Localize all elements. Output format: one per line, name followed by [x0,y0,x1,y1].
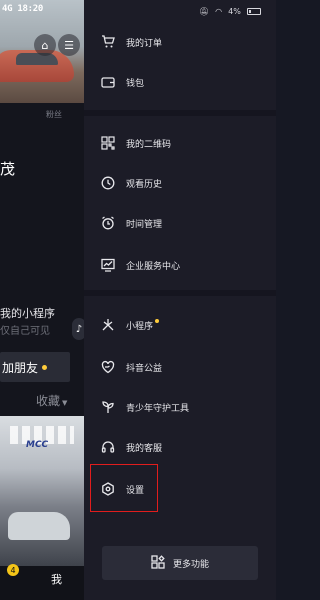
settings-hex-icon [100,481,116,497]
background-profile-page: ⌂ ☰ 4G 18:20 粉丝 茂 我的小程序 仅自己可见 ♪ 加朋友 收藏 ▼ … [0,0,84,600]
menu-item-douyin-charity[interactable]: 抖音公益 [100,355,162,379]
mute-icon: 🔕︎ [199,6,210,16]
battery-percent: 4% [228,6,241,16]
section-divider [84,290,276,296]
menu-label: 小程序 [126,318,160,332]
mini-program-icon [100,317,116,333]
menu-item-enterprise-center[interactable]: 企业服务中心 [100,253,180,277]
car-window [16,53,58,65]
menu-label: 时间管理 [126,219,163,230]
more-features-button[interactable]: 更多功能 [102,546,258,580]
menu-label: 企业服务中心 [126,261,181,272]
nav-me[interactable]: 我 [51,571,62,587]
chart-screen-icon [100,257,116,273]
qr-code-icon [100,135,116,151]
menu-item-customer-service[interactable]: 我的客服 [100,435,162,459]
caret-down-icon: ▼ [62,399,68,407]
menu-item-watch-history[interactable]: 观看历史 [100,171,162,195]
notification-badge: 4 [7,564,19,576]
video-car-image [8,512,70,540]
alarm-icon [100,215,116,231]
menu-label: 观看历史 [126,179,163,190]
profile-name-fragment: 茂 [0,160,16,178]
headset-icon [100,439,116,455]
sprout-icon [100,399,116,415]
section-divider [84,110,276,116]
menu-item-orders[interactable]: 我的订单 [100,30,162,54]
status-bar-right: 🔕︎ ◠ 4% [199,5,273,17]
menu-item-qr-code[interactable]: 我的二维码 [100,131,171,155]
mini-program-subtitle: 仅自己可见 [0,326,50,337]
wifi-icon: ◠ [215,6,223,16]
menu-label: 抖音公益 [126,363,163,374]
video-brand-text: MCC [26,440,49,450]
video-thumbnail[interactable] [0,416,84,566]
mini-program-title: 我的小程序 [0,307,55,320]
profile-cover-photo: ⌂ ☰ [0,0,84,103]
order-icon [100,34,116,50]
new-dot [155,318,160,323]
add-friend-label: 加朋友 [2,360,39,375]
menu-label: 青少年守护工具 [126,403,190,414]
menu-item-time-management[interactable]: 时间管理 [100,211,162,235]
add-friend-button[interactable]: 加朋友 [0,352,70,382]
heart-hand-icon [100,359,116,375]
wallet-icon [100,74,116,90]
menu-item-settings[interactable]: 设置 [100,477,144,501]
menu-label: 我的客服 [126,443,163,454]
fans-label: 粉丝 [46,110,62,119]
menu-label: 我的二维码 [126,139,172,150]
more-features-label: 更多功能 [172,559,209,570]
menu-label-text: 小程序 [126,321,154,332]
menu-label: 钱包 [126,78,145,89]
status-time: 4G 18:20 [2,4,43,14]
music-icon[interactable]: ♪ [72,318,84,340]
tab-favorites-label: 收藏 [36,394,61,408]
clock-icon [100,175,116,191]
menu-label: 我的订单 [126,38,163,49]
menu-label: 设置 [126,485,145,496]
tab-favorites[interactable]: 收藏 ▼ [36,392,67,409]
battery-icon [246,7,261,15]
menu-item-mini-program[interactable]: 小程序 [100,313,160,337]
menu-item-wallet[interactable]: 钱包 [100,70,144,94]
menu-item-teen-protection[interactable]: 青少年守护工具 [100,395,189,419]
menu-icon[interactable]: ☰ [58,34,80,56]
grid-icon [151,554,165,573]
new-dot [42,364,48,370]
home-icon[interactable]: ⌂ [34,34,56,56]
